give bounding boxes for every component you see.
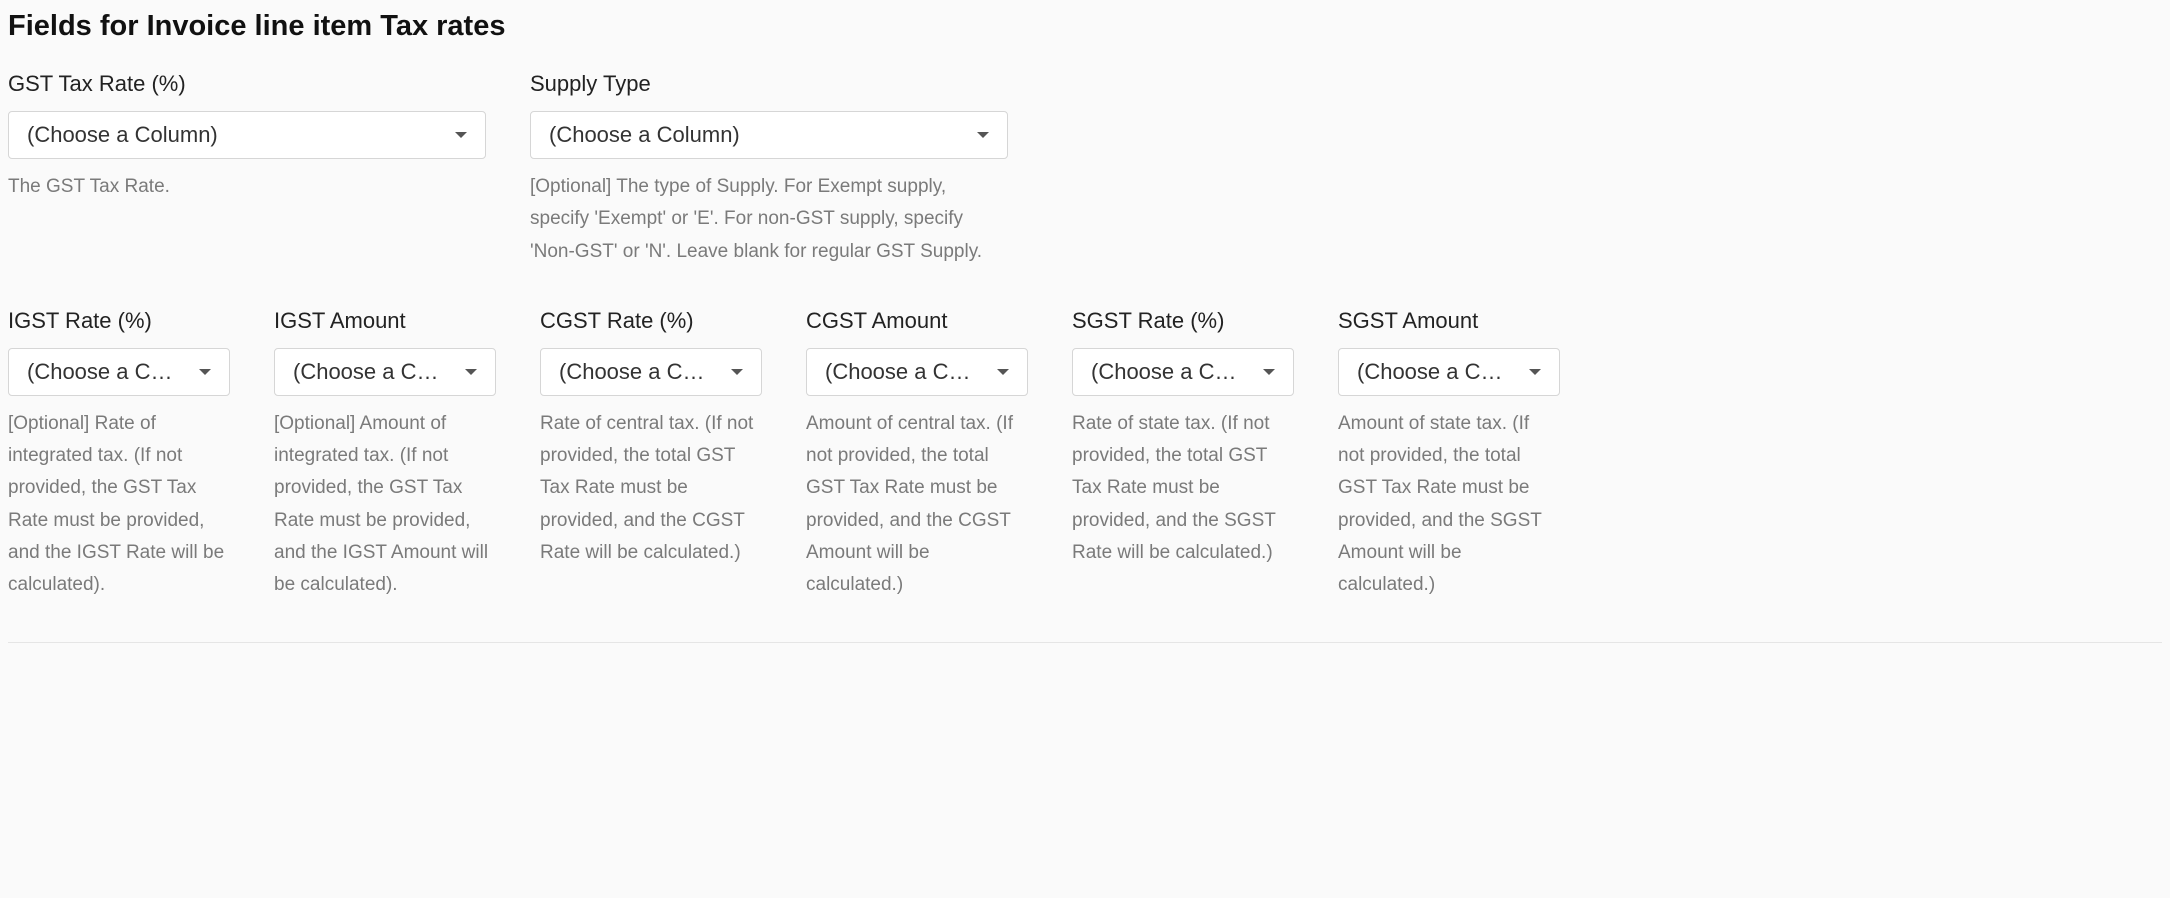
select-placeholder: (Choose a C… — [293, 359, 439, 385]
select-placeholder: (Choose a C… — [27, 359, 173, 385]
chevron-down-icon — [1263, 369, 1275, 375]
field-cgst-rate: CGST Rate (%) (Choose a C… Rate of centr… — [540, 308, 762, 602]
field-label: Supply Type — [530, 71, 1008, 97]
select-placeholder: (Choose a C… — [825, 359, 971, 385]
field-help: Rate of state tax. (If not provided, the… — [1072, 408, 1294, 569]
field-help: [Optional] Rate of integrated tax. (If n… — [8, 408, 230, 602]
sgst-rate-select[interactable]: (Choose a C… — [1072, 348, 1294, 396]
field-help: Amount of central tax. (If not provided,… — [806, 408, 1028, 602]
field-help: Amount of state tax. (If not provided, t… — [1338, 408, 1560, 602]
select-placeholder: (Choose a Column) — [27, 122, 218, 148]
chevron-down-icon — [1529, 369, 1541, 375]
field-label: CGST Amount — [806, 308, 1028, 334]
sgst-amount-select[interactable]: (Choose a C… — [1338, 348, 1560, 396]
chevron-down-icon — [731, 369, 743, 375]
gst-tax-rate-select[interactable]: (Choose a Column) — [8, 111, 486, 159]
field-label: SGST Amount — [1338, 308, 1560, 334]
field-help: [Optional] Amount of integrated tax. (If… — [274, 408, 496, 602]
supply-type-select[interactable]: (Choose a Column) — [530, 111, 1008, 159]
field-help: [Optional] The type of Supply. For Exemp… — [530, 171, 1008, 268]
field-label: GST Tax Rate (%) — [8, 71, 486, 97]
chevron-down-icon — [199, 369, 211, 375]
field-label: IGST Amount — [274, 308, 496, 334]
field-cgst-amount: CGST Amount (Choose a C… Amount of centr… — [806, 308, 1028, 602]
field-sgst-rate: SGST Rate (%) (Choose a C… Rate of state… — [1072, 308, 1294, 602]
field-sgst-amount: SGST Amount (Choose a C… Amount of state… — [1338, 308, 1560, 602]
chevron-down-icon — [977, 132, 989, 138]
divider — [8, 642, 2162, 643]
section-title: Fields for Invoice line item Tax rates — [8, 10, 2162, 43]
cgst-rate-select[interactable]: (Choose a C… — [540, 348, 762, 396]
select-placeholder: (Choose a Column) — [549, 122, 740, 148]
field-supply-type: Supply Type (Choose a Column) [Optional]… — [530, 71, 1008, 268]
igst-rate-select[interactable]: (Choose a C… — [8, 348, 230, 396]
chevron-down-icon — [465, 369, 477, 375]
chevron-down-icon — [455, 132, 467, 138]
fields-row-2: IGST Rate (%) (Choose a C… [Optional] Ra… — [8, 308, 2162, 602]
field-igst-rate: IGST Rate (%) (Choose a C… [Optional] Ra… — [8, 308, 230, 602]
fields-row-1: GST Tax Rate (%) (Choose a Column) The G… — [8, 71, 2162, 268]
field-help: The GST Tax Rate. — [8, 171, 486, 203]
field-gst-tax-rate: GST Tax Rate (%) (Choose a Column) The G… — [8, 71, 486, 268]
field-label: CGST Rate (%) — [540, 308, 762, 334]
select-placeholder: (Choose a C… — [1091, 359, 1237, 385]
igst-amount-select[interactable]: (Choose a C… — [274, 348, 496, 396]
chevron-down-icon — [997, 369, 1009, 375]
field-help: Rate of central tax. (If not provided, t… — [540, 408, 762, 569]
select-placeholder: (Choose a C… — [559, 359, 705, 385]
field-igst-amount: IGST Amount (Choose a C… [Optional] Amou… — [274, 308, 496, 602]
field-label: IGST Rate (%) — [8, 308, 230, 334]
field-label: SGST Rate (%) — [1072, 308, 1294, 334]
cgst-amount-select[interactable]: (Choose a C… — [806, 348, 1028, 396]
select-placeholder: (Choose a C… — [1357, 359, 1503, 385]
